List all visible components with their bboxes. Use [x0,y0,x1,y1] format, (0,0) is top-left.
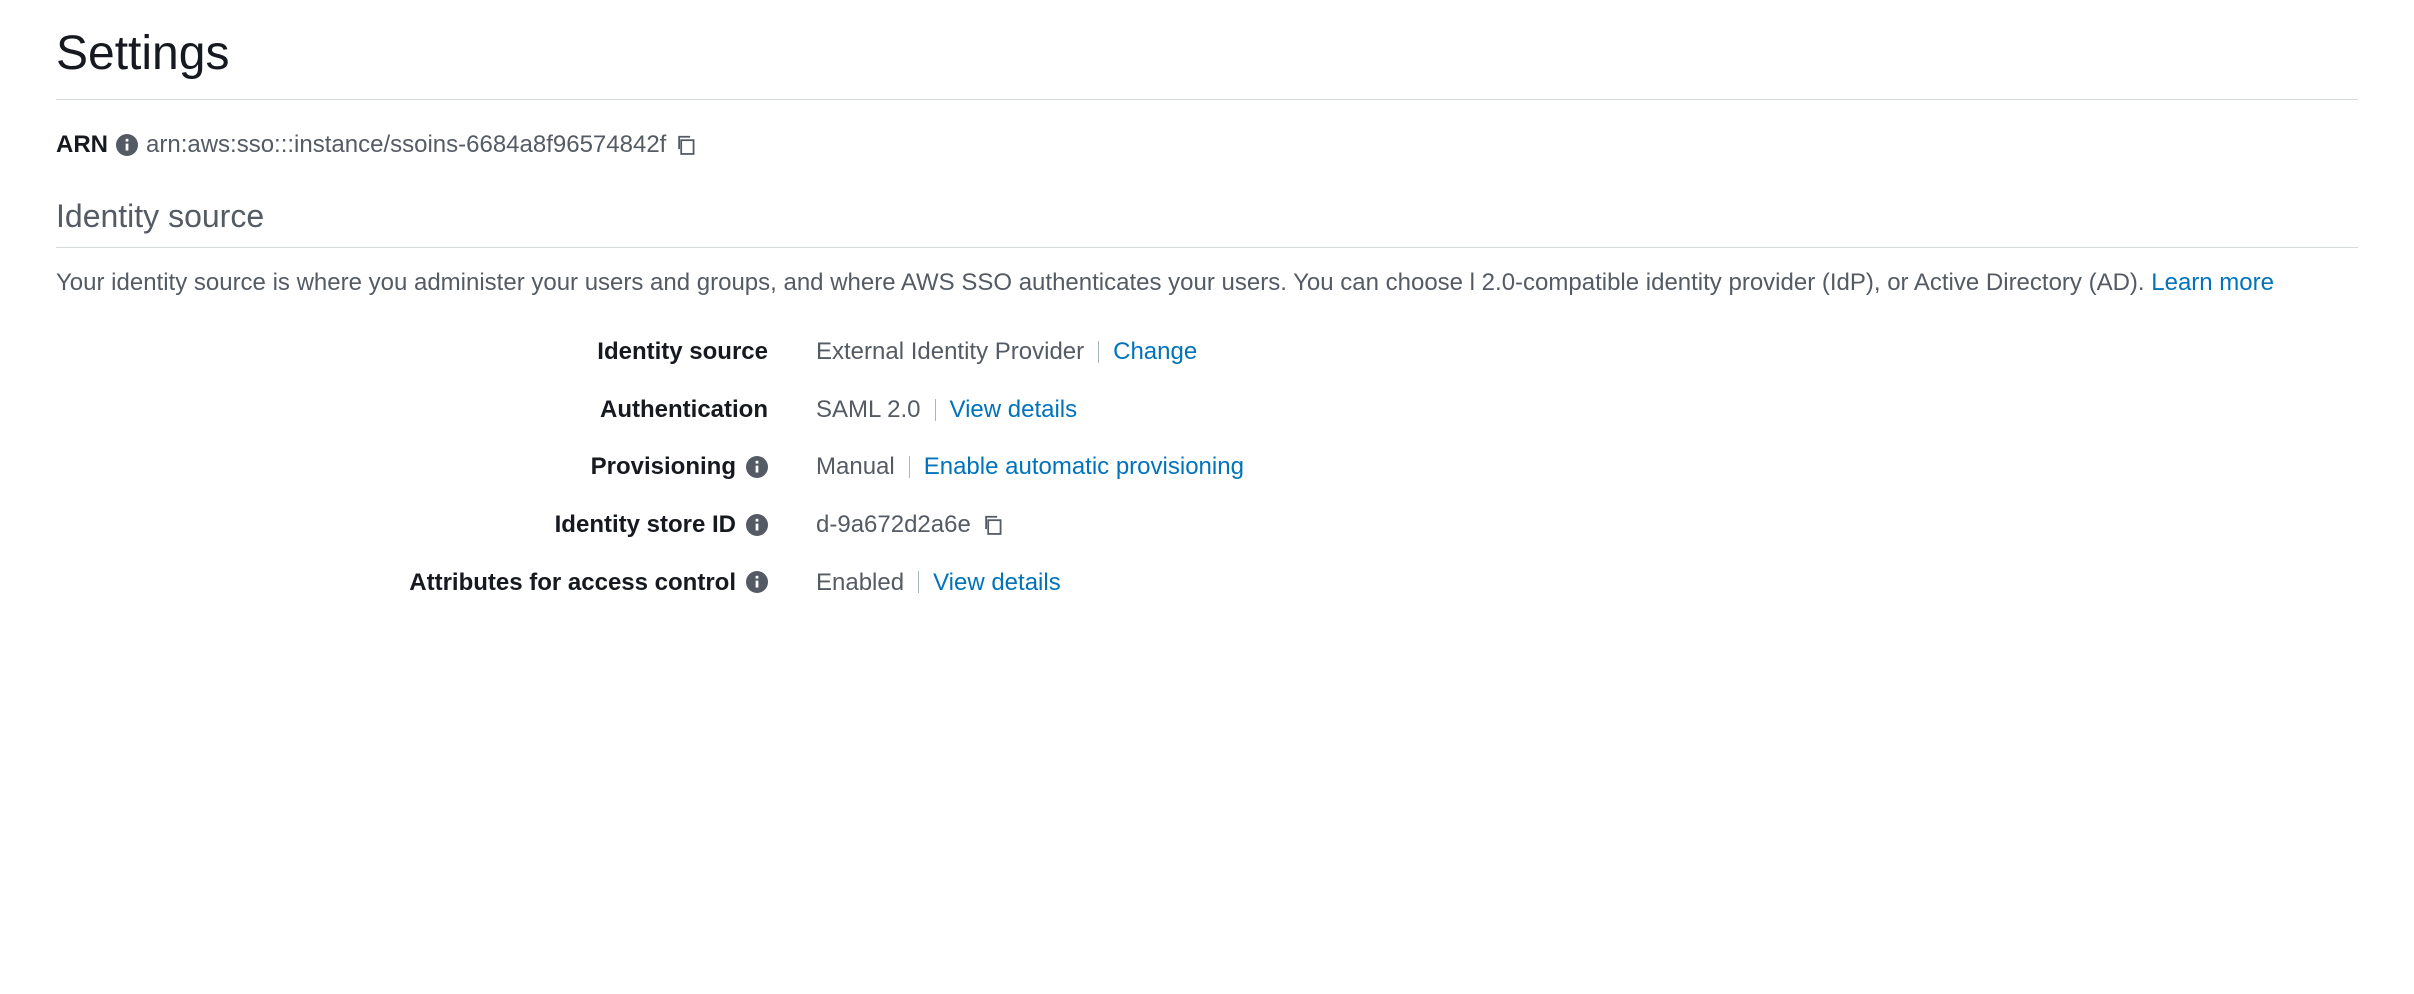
attributes-access-control-value: Enabled View details [816,566,2358,600]
separator [918,571,919,593]
separator [909,456,910,478]
arn-value: arn:aws:sso:::instance/ssoins-6684a8f965… [146,128,666,162]
attributes-access-control-value-text: Enabled [816,566,904,600]
info-icon[interactable] [116,134,138,156]
authentication-label-text: Authentication [600,393,768,427]
authentication-view-details-link[interactable]: View details [950,393,1078,427]
provisioning-value: Manual Enable automatic provisioning [816,450,2358,484]
provisioning-label-text: Provisioning [591,450,736,484]
identity-store-id-value: d-9a672d2a6e [816,508,2358,542]
identity-source-value-text: External Identity Provider [816,335,1084,369]
identity-source-description: Your identity source is where you admini… [56,266,2358,300]
authentication-value-text: SAML 2.0 [816,393,921,427]
attributes-view-details-link[interactable]: View details [933,566,1061,600]
change-identity-source-link[interactable]: Change [1113,335,1197,369]
identity-source-label-text: Identity source [597,335,768,369]
arn-label: ARN [56,128,108,162]
attributes-access-control-label: Attributes for access control [56,566,816,600]
identity-source-label: Identity source [56,335,816,369]
authentication-label: Authentication [56,393,816,427]
identity-source-table: Identity source External Identity Provid… [56,335,2358,599]
identity-source-heading: Identity source [56,194,2358,248]
identity-store-id-label: Identity store ID [56,508,816,542]
separator [1098,341,1099,363]
identity-store-id-label-text: Identity store ID [555,508,736,542]
page-title: Settings [56,20,2358,100]
identity-source-value: External Identity Provider Change [816,335,2358,369]
authentication-value: SAML 2.0 View details [816,393,2358,427]
provisioning-label: Provisioning [56,450,816,484]
identity-store-id-value-text: d-9a672d2a6e [816,508,971,542]
attributes-access-control-label-text: Attributes for access control [409,566,736,600]
enable-automatic-provisioning-link[interactable]: Enable automatic provisioning [924,450,1244,484]
arn-row: ARN arn:aws:sso:::instance/ssoins-6684a8… [56,128,2358,162]
identity-source-description-text: Your identity source is where you admini… [56,269,2151,296]
copy-icon[interactable] [674,133,698,157]
info-icon[interactable] [746,456,768,478]
info-icon[interactable] [746,571,768,593]
provisioning-value-text: Manual [816,450,895,484]
copy-icon[interactable] [981,513,1005,537]
learn-more-link[interactable]: Learn more [2151,269,2274,296]
info-icon[interactable] [746,514,768,536]
separator [935,399,936,421]
